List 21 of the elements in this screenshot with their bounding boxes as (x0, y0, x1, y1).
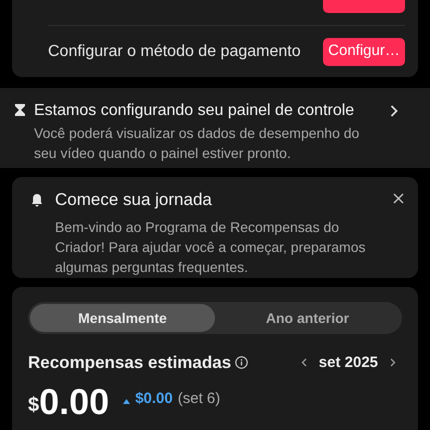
hourglass-icon (14, 103, 26, 117)
card-title: Comece sua jornada (55, 189, 213, 211)
tab[interactable]: Ano anterior (215, 304, 400, 332)
tab[interactable]: Mensalmente (30, 304, 215, 332)
period-label: set 2025 (318, 352, 378, 372)
task-label: Configurar o método de pagamento (48, 42, 301, 62)
notice-text: Você poderá visualizar os dados de desempenho do seu vídeo quando o painel estiver pronto. (34, 124, 360, 163)
chevron-right-icon[interactable] (390, 358, 396, 368)
chevron-left-icon[interactable] (300, 358, 307, 368)
change-amount: $0.00 (135, 389, 173, 409)
triangle-up-icon (123, 398, 130, 404)
close-icon[interactable] (393, 193, 404, 204)
rewards-title: Recompensas estimadas (28, 352, 232, 374)
notice-title: Estamos configurando seu painel de controle (34, 101, 356, 121)
amount: 0.00 (39, 384, 110, 420)
info-icon (235, 356, 248, 370)
currency-symbol: $ (28, 392, 40, 418)
card-text: Bem-vindo ao Programa de Recompensas do Criador! Para ajudar você a começar, preparamos algumas perguntas frequentes. (55, 218, 366, 276)
bell-icon (31, 193, 43, 207)
change-date: (set 6) (178, 389, 220, 409)
task-button[interactable]: Configur… (323, 38, 405, 66)
